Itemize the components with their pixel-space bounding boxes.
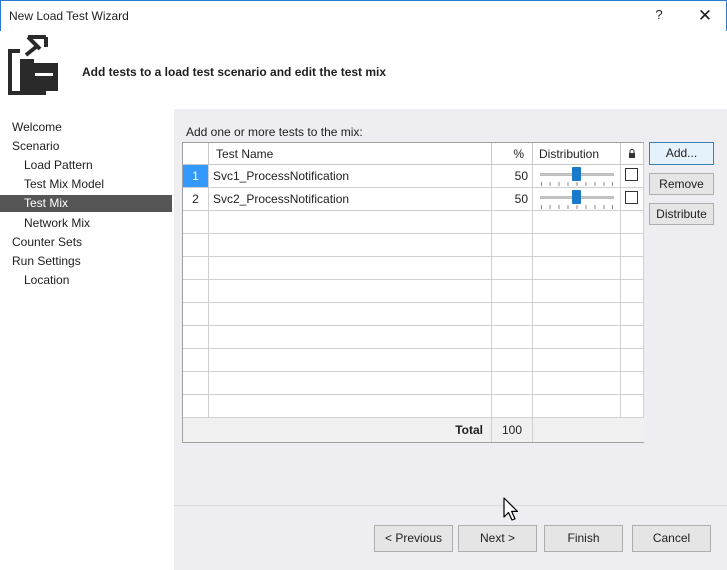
column-header-distribution[interactable]: Distribution	[533, 143, 621, 165]
empty-row-header	[183, 234, 209, 257]
empty-cell[interactable]	[621, 326, 644, 349]
empty-cell[interactable]	[621, 303, 644, 326]
finish-button[interactable]: Finish	[544, 525, 623, 552]
window-title: New Load Test Wizard	[9, 9, 129, 23]
empty-cell[interactable]	[209, 303, 492, 326]
empty-cell[interactable]	[492, 234, 533, 257]
empty-cell[interactable]	[209, 211, 492, 234]
empty-cell[interactable]	[492, 349, 533, 372]
empty-cell[interactable]	[621, 234, 644, 257]
empty-cell[interactable]	[492, 326, 533, 349]
empty-cell[interactable]	[533, 211, 621, 234]
empty-row-header	[183, 280, 209, 303]
empty-cell[interactable]	[621, 395, 644, 418]
empty-cell[interactable]	[533, 234, 621, 257]
column-header-percent[interactable]: %	[492, 143, 533, 165]
empty-cell[interactable]	[209, 326, 492, 349]
empty-cell[interactable]	[533, 257, 621, 280]
next-button[interactable]: Next >	[458, 525, 537, 552]
empty-row-header	[183, 257, 209, 280]
empty-row-header	[183, 211, 209, 234]
total-filler	[533, 418, 644, 442]
empty-cell[interactable]	[533, 372, 621, 395]
empty-cell[interactable]	[492, 395, 533, 418]
empty-row-header	[183, 372, 209, 395]
row-number[interactable]: 2	[183, 188, 209, 211]
empty-cell[interactable]	[621, 257, 644, 280]
empty-cell[interactable]	[533, 280, 621, 303]
empty-cell[interactable]	[621, 372, 644, 395]
distribution-slider-thumb[interactable]	[572, 167, 581, 181]
cancel-button[interactable]: Cancel	[632, 525, 711, 552]
page-heading: Add tests to a load test scenario and ed…	[82, 65, 387, 79]
nav-item-scenario[interactable]: Scenario	[12, 138, 59, 155]
nav-item-load-pattern[interactable]: Load Pattern	[24, 157, 93, 174]
row-header-corner	[183, 143, 209, 165]
empty-cell[interactable]	[209, 395, 492, 418]
empty-cell[interactable]	[209, 234, 492, 257]
nav-item-run-settings[interactable]: Run Settings	[12, 253, 81, 270]
distribute-button[interactable]: Distribute	[649, 203, 714, 225]
lock-checkbox[interactable]	[625, 168, 638, 181]
distribution-cell	[533, 165, 621, 188]
title-bar: New Load Test Wizard ? ✕	[0, 0, 727, 31]
mouse-cursor-icon	[503, 497, 519, 521]
test-name-cell[interactable]: Svc2_ProcessNotification	[209, 188, 492, 211]
empty-cell[interactable]	[209, 280, 492, 303]
empty-cell[interactable]	[492, 211, 533, 234]
column-header-test-name[interactable]: Test Name	[209, 143, 492, 165]
test-mix-grid[interactable]: Test Name % Distribution 1 Svc1_ProcessN…	[182, 142, 644, 443]
wizard-header: Add tests to a load test scenario and ed…	[0, 31, 727, 109]
lock-cell	[621, 188, 644, 211]
slider-ticks	[541, 205, 613, 209]
total-label: Total	[183, 418, 492, 442]
test-name-cell[interactable]: Svc1_ProcessNotification	[209, 165, 492, 188]
lock-checkbox[interactable]	[625, 191, 638, 204]
empty-row-header	[183, 349, 209, 372]
slider-ticks	[541, 182, 613, 186]
empty-cell[interactable]	[492, 372, 533, 395]
nav-item-test-mix[interactable]: Test Mix	[0, 195, 172, 212]
empty-cell[interactable]	[492, 303, 533, 326]
empty-row-header	[183, 395, 209, 418]
nav-item-counter-sets[interactable]: Counter Sets	[12, 234, 82, 251]
nav-item-network-mix[interactable]: Network Mix	[24, 215, 90, 232]
empty-cell[interactable]	[533, 326, 621, 349]
nav-item-welcome[interactable]: Welcome	[12, 119, 62, 136]
lock-icon	[629, 149, 635, 158]
wizard-footer: < Previous Next > Finish Cancel	[174, 505, 727, 570]
close-button[interactable]: ✕	[691, 5, 719, 27]
empty-cell[interactable]	[209, 257, 492, 280]
distribution-slider-thumb[interactable]	[572, 190, 581, 204]
distribution-cell	[533, 188, 621, 211]
percent-cell[interactable]: 50	[492, 188, 533, 211]
empty-cell[interactable]	[621, 211, 644, 234]
empty-cell[interactable]	[533, 349, 621, 372]
instruction-label: Add one or more tests to the mix:	[186, 125, 363, 139]
help-button[interactable]: ?	[647, 7, 671, 27]
percent-cell[interactable]: 50	[492, 165, 533, 188]
empty-cell[interactable]	[492, 280, 533, 303]
previous-button[interactable]: < Previous	[374, 525, 453, 552]
empty-cell[interactable]	[209, 349, 492, 372]
column-header-lock[interactable]	[621, 143, 644, 165]
row-number[interactable]: 1	[183, 165, 209, 188]
content-panel: Add one or more tests to the mix: Test N…	[174, 109, 727, 570]
add-button[interactable]: Add...	[649, 142, 714, 165]
wizard-steps-nav: Welcome Scenario Load Pattern Test Mix M…	[0, 109, 174, 570]
nav-item-test-mix-model[interactable]: Test Mix Model	[24, 176, 104, 193]
empty-cell[interactable]	[621, 280, 644, 303]
empty-cell[interactable]	[533, 303, 621, 326]
lock-cell	[621, 165, 644, 188]
empty-row-header	[183, 326, 209, 349]
empty-row-header	[183, 303, 209, 326]
remove-button[interactable]: Remove	[649, 173, 714, 195]
empty-cell[interactable]	[621, 349, 644, 372]
load-test-wizard-icon	[8, 35, 58, 95]
total-value: 100	[492, 418, 533, 442]
empty-cell[interactable]	[492, 257, 533, 280]
empty-cell[interactable]	[209, 372, 492, 395]
empty-cell[interactable]	[533, 395, 621, 418]
nav-item-location[interactable]: Location	[24, 272, 69, 289]
